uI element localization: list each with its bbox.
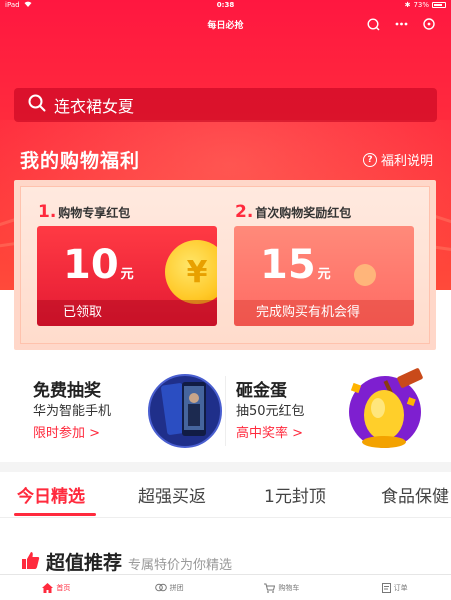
more-icon[interactable] [393, 16, 409, 32]
welfare-help-link[interactable]: ? 福利说明 [362, 150, 433, 169]
promo-title: 免费抽奖 [33, 381, 101, 401]
tab-one-yuan-cap[interactable]: 1元封顶 [264, 482, 326, 507]
nav-cart-label: 购物车 [278, 583, 300, 592]
group-icon [154, 583, 167, 592]
coupon-status: 已领取 [37, 300, 217, 326]
nav-orders[interactable]: 订单 [338, 575, 451, 600]
tab-super-cashback[interactable]: 超强买返 [138, 482, 206, 507]
battery-icon [432, 2, 446, 8]
battery-percent: 73% [413, 1, 429, 9]
coupon-title: 购物专享红包 [58, 206, 131, 220]
promo-title: 砸金蛋 [236, 381, 287, 401]
recommend-header: 超值推荐 专属特价为你精选 [20, 548, 232, 575]
coupon-status: 完成购买有机会得 [234, 300, 414, 326]
nav-orders-label: 订单 [393, 583, 408, 592]
nav-cart[interactable]: 购物车 [226, 575, 339, 600]
promo-link[interactable]: 高中奖率 > [236, 422, 303, 441]
tab-today-picks[interactable]: 今日精选 [17, 482, 85, 507]
coupon-card-1[interactable]: ¥ 10 元 已领取 [37, 226, 217, 326]
order-icon [381, 582, 391, 593]
golden-egg-image [349, 368, 423, 448]
bottom-nav: 首页 拼团 购物车 订单 [0, 574, 451, 600]
welfare-help-label: 福利说明 [380, 154, 433, 169]
coupon-heading-2: 2. 首次购物奖励红包 [235, 202, 351, 222]
nav-group-buy[interactable]: 拼团 [113, 575, 226, 600]
cart-icon [264, 583, 276, 593]
coupon-card-2[interactable]: 15 元 完成购买有机会得 [234, 226, 414, 326]
nav-home-label: 首页 [56, 583, 71, 592]
promo-subtitle: 抽50元红包 [236, 404, 305, 419]
coupon-unit: 元 [120, 267, 134, 282]
chat-icon[interactable] [365, 16, 381, 32]
tab-food-health[interactable]: 食品保健 [381, 482, 449, 507]
nav-group-buy-label: 拼团 [169, 583, 184, 592]
coupon-amount: 10 元 [63, 242, 134, 288]
coupon-title: 首次购物奖励红包 [255, 206, 352, 220]
close-icon[interactable] [421, 16, 437, 32]
status-time: 0:38 [216, 1, 235, 9]
yen-coin-icon: ¥ [165, 240, 217, 304]
coupon-heading-1: 1. 购物专享红包 [38, 202, 130, 222]
section-subtitle: 专属特价为你精选 [128, 558, 233, 573]
section-spacer [0, 462, 451, 472]
search-input[interactable]: 连衣裙女夏 [54, 93, 134, 117]
coupon-unit: 元 [317, 267, 331, 282]
section-title: 超值推荐 [46, 552, 123, 574]
coupon-amount: 15 元 [260, 242, 331, 288]
question-icon: ? [362, 152, 377, 167]
search-bar[interactable]: 连衣裙女夏 [14, 88, 437, 122]
nav-bar: 每日必抢 [0, 14, 451, 36]
promo-subtitle: 华为智能手机 [33, 404, 112, 419]
nav-home[interactable]: 首页 [0, 575, 113, 600]
promo-link[interactable]: 限时参加 > [33, 422, 100, 441]
coupon-index: 2. [235, 202, 254, 222]
coupon-index: 1. [38, 202, 57, 222]
thumbs-up-icon [20, 551, 40, 573]
coupon-value: 10 [63, 242, 119, 288]
welfare-title: 我的购物福利 [20, 150, 141, 172]
search-icon [28, 94, 46, 116]
bluetooth-icon: ✱ [404, 1, 411, 9]
promo-lottery[interactable]: 免费抽奖 华为智能手机 限时参加 > [0, 352, 225, 462]
promo-golden-egg[interactable]: 砸金蛋 抽50元红包 高中奖率 > [226, 352, 451, 462]
smartphone-image [148, 374, 222, 448]
home-icon [42, 582, 54, 593]
category-tabs: 今日精选 超强买返 1元封顶 食品保健 [0, 472, 451, 518]
coupon-value: 15 [260, 242, 316, 288]
coin-dot-icon [354, 264, 376, 286]
status-bar: iPad 0:38 ✱ 73% [0, 0, 451, 12]
promo-divider [225, 376, 226, 446]
active-tab-indicator [14, 513, 96, 516]
